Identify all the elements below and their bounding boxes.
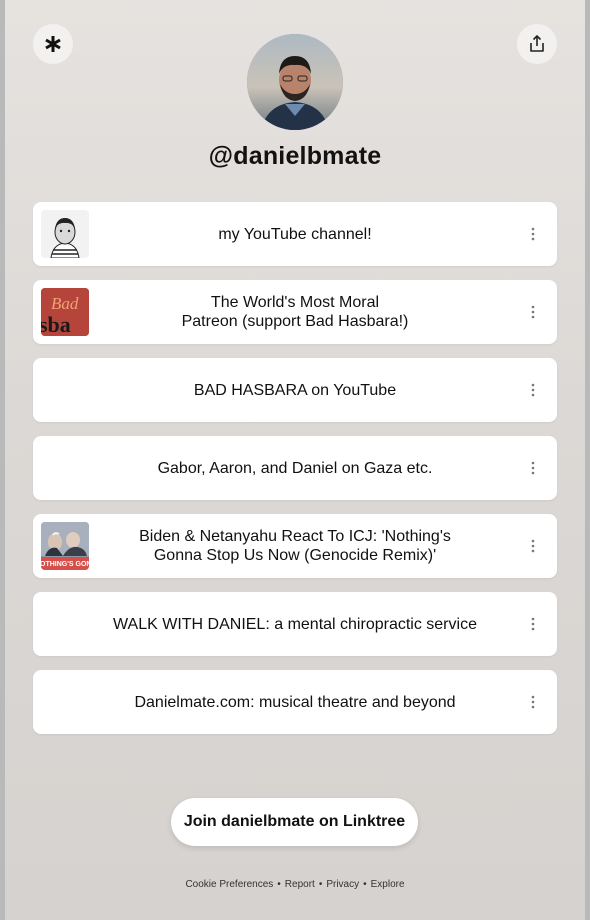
link-bad-hasbara-youtube[interactable]: BAD HASBARA on YouTube [33,358,557,422]
svg-text:sba: sba [41,312,71,336]
linktree-logo-button[interactable] [33,24,73,64]
svg-text:OTHING'S GONNA STOP: OTHING'S GONNA STOP [41,561,89,568]
window-frame-left [0,0,5,920]
footer-privacy-link[interactable]: Privacy [326,879,359,890]
link-walk-with-daniel[interactable]: WALK WITH DANIEL: a mental chiropractic … [33,592,557,656]
footer-links: Cookie Preferences • Report • Privacy • Explor… [0,879,590,890]
more-vertical-icon [531,383,535,397]
link-list: my YouTube channel! Bad sba The World's … [33,202,557,748]
footer-separator: • [363,879,367,890]
link-youtube-channel[interactable]: my YouTube channel! [33,202,557,266]
footer-separator: • [277,879,281,890]
link-more-button[interactable] [527,223,539,245]
link-more-button[interactable] [527,301,539,323]
window-frame-right [585,0,590,920]
join-linktree-button[interactable]: Join danielbmate on Linktree [171,798,418,846]
footer-cookie-preferences-link[interactable]: Cookie Preferences [185,879,273,890]
linktree-page: @danielbmate my YouTube channel! Bad sba… [0,0,590,920]
link-more-button[interactable] [527,535,539,557]
footer-report-link[interactable]: Report [285,879,315,890]
link-patreon[interactable]: Bad sba The World's Most Moral Patreon (… [33,280,557,344]
profile-avatar [247,34,343,130]
more-vertical-icon [531,305,535,319]
profile-username: @danielbmate [208,142,382,170]
share-icon [530,35,544,52]
footer-explore-link[interactable]: Explore [371,879,405,890]
more-vertical-icon [531,227,535,241]
sketch-portrait-icon [41,210,89,258]
more-vertical-icon [531,461,535,475]
link-danielmate-website[interactable]: Danielmate.com: musical theatre and beyo… [33,670,557,734]
more-vertical-icon [531,539,535,553]
link-label: BAD HASBARA on YouTube [193,381,397,399]
link-gaza-discussion[interactable]: Gabor, Aaron, and Daniel on Gaza etc. [33,436,557,500]
video-still-icon: OTHING'S GONNA STOP [41,522,89,570]
link-label: Danielmate.com: musical theatre and beyo… [134,693,456,711]
link-thumbnail: OTHING'S GONNA STOP [41,522,89,570]
link-label: my YouTube channel! [218,225,372,243]
profile-photo-icon [247,34,343,130]
link-thumbnail [41,210,89,258]
link-more-button[interactable] [527,613,539,635]
link-more-button[interactable] [527,379,539,401]
link-label: Biden & Netanyahu React To ICJ: 'Nothing… [139,528,451,564]
svg-text:Bad: Bad [51,294,79,313]
link-thumbnail: Bad sba [41,288,89,336]
link-genocide-remix[interactable]: OTHING'S GONNA STOP Biden & Netanyahu Re… [33,514,557,578]
link-label: The World's Most Moral Patreon (support … [181,294,409,330]
footer-separator: • [318,879,323,890]
more-vertical-icon [531,695,535,709]
link-label: WALK WITH DANIEL: a mental chiropractic … [113,615,477,633]
link-label: Gabor, Aaron, and Daniel on Gaza etc. [157,459,433,477]
share-button[interactable] [517,24,557,64]
more-vertical-icon [531,617,535,631]
bad-hasbara-logo-icon: Bad sba [41,288,89,336]
linktree-asterisk-icon [45,36,61,52]
link-more-button[interactable] [527,691,539,713]
link-more-button[interactable] [527,457,539,479]
